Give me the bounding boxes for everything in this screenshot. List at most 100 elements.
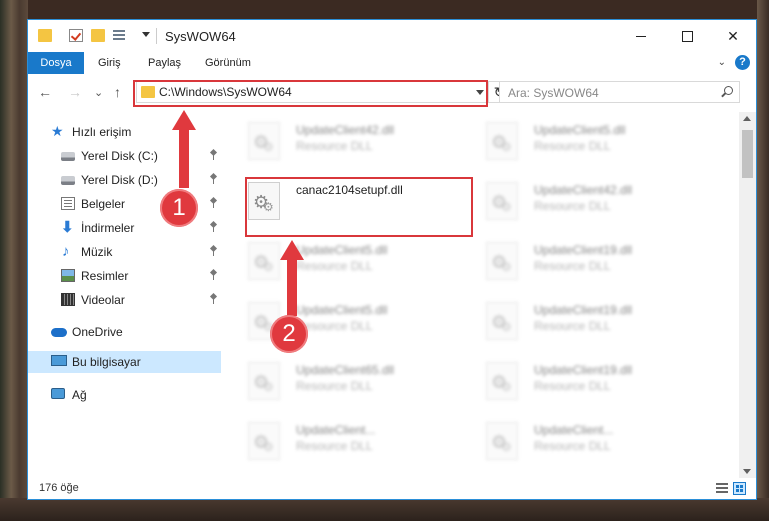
sidebar-item-label: Resimler <box>81 269 129 283</box>
computer-icon <box>51 355 67 366</box>
dll-file-icon <box>486 122 518 160</box>
tab-giris[interactable]: Giriş <box>98 52 121 74</box>
pin-icon <box>209 150 217 160</box>
list-item[interactable]: UpdateClient5.dll Resource DLL <box>486 120 716 166</box>
download-icon: ⬇ <box>61 219 74 236</box>
file-highlight-box <box>245 177 473 237</box>
video-icon <box>61 293 75 306</box>
title-separator <box>156 28 157 44</box>
disk-icon <box>61 176 75 185</box>
desktop-background-right <box>757 0 769 521</box>
tab-gorunum[interactable]: Görünüm <box>205 52 251 74</box>
file-type: Resource DLL <box>534 259 611 273</box>
file-name: UpdateClient... <box>296 423 376 437</box>
sidebar-item-label: Hızlı erişim <box>72 125 132 139</box>
file-name: UpdateClient42.dll <box>534 183 633 197</box>
pin-icon <box>209 222 217 232</box>
details-view-icon[interactable] <box>716 483 728 494</box>
pin-icon <box>209 174 217 184</box>
sidebar-item-pictures[interactable]: Resimler <box>28 265 221 287</box>
star-icon: ★ <box>51 123 64 139</box>
list-item[interactable]: UpdateClient65.dll Resource DLL <box>248 360 478 406</box>
pin-icon <box>209 198 217 208</box>
back-button[interactable]: ← <box>38 84 52 100</box>
tab-dosya[interactable]: Dosya <box>28 52 84 74</box>
file-type: Resource DLL <box>534 319 611 333</box>
customize-view-icon[interactable] <box>113 29 131 42</box>
ribbon-tabs: Dosya Giriş Paylaş Görünüm ⌄ ? <box>28 52 756 74</box>
sidebar-item-music[interactable]: ♪ Müzik <box>28 241 221 263</box>
cloud-icon <box>51 328 67 337</box>
disk-icon <box>61 152 75 161</box>
list-item[interactable]: UpdateClient... Resource DLL <box>486 420 716 466</box>
up-button[interactable]: ↑ <box>114 84 121 100</box>
dll-file-icon <box>248 422 280 460</box>
sidebar-item-local-disk-d[interactable]: Yerel Disk (D:) <box>28 169 221 191</box>
file-name: UpdateClient19.dll <box>534 363 633 377</box>
scroll-down-icon[interactable] <box>743 469 751 474</box>
sidebar-item-videos[interactable]: Videolar <box>28 289 221 311</box>
file-name: UpdateClient19.dll <box>534 243 633 257</box>
file-name: UpdateClient5.dll <box>296 303 388 317</box>
sidebar-item-label: Müzik <box>81 245 113 259</box>
file-type: Resource DLL <box>534 199 611 213</box>
sidebar-item-this-pc[interactable]: Bu bilgisayar <box>28 351 221 373</box>
list-item[interactable]: UpdateClient... Resource DLL <box>248 420 478 466</box>
properties-check-icon[interactable] <box>69 29 83 42</box>
vertical-scrollbar[interactable] <box>739 112 756 478</box>
dll-file-icon <box>486 182 518 220</box>
large-icons-view-icon[interactable] <box>733 482 746 495</box>
sidebar-item-label: Yerel Disk (C:) <box>81 149 158 163</box>
dll-file-icon <box>486 422 518 460</box>
search-box[interactable]: Ara: SysWOW64 <box>499 81 740 103</box>
list-item[interactable]: UpdateClient19.dll Resource DLL <box>486 240 716 286</box>
file-name: UpdateClient42.dll <box>296 123 395 137</box>
step-badge-1: 1 <box>160 189 198 227</box>
arrow-shaft <box>179 128 189 188</box>
list-item[interactable]: UpdateClient19.dll Resource DLL <box>486 300 716 346</box>
recent-locations-button[interactable]: ⌄ <box>94 85 103 101</box>
expand-ribbon-icon[interactable]: ⌄ <box>718 57 726 68</box>
new-folder-icon[interactable] <box>91 29 105 42</box>
forward-button[interactable]: → <box>68 84 82 100</box>
sidebar-item-network[interactable]: Ağ <box>28 384 221 406</box>
tab-paylas[interactable]: Paylaş <box>148 52 181 74</box>
list-item[interactable]: UpdateClient42.dll Resource DLL <box>486 180 716 226</box>
step-badge-2: 2 <box>270 315 308 353</box>
file-list: UpdateClient42.dll Resource DLL canac210… <box>221 112 739 478</box>
list-item[interactable]: UpdateClient19.dll Resource DLL <box>486 360 716 406</box>
navigation-pane: ★ Hızlı erişim Yerel Disk (C:) Yerel Dis… <box>28 112 221 478</box>
pin-icon <box>209 270 217 280</box>
title-bar: SysWOW64 ✕ <box>28 20 756 52</box>
pictures-icon <box>61 269 75 282</box>
arrow-up-icon <box>280 240 304 260</box>
search-placeholder: Ara: SysWOW64 <box>508 86 599 100</box>
sidebar-item-onedrive[interactable]: OneDrive <box>28 321 221 343</box>
file-type: Resource DLL <box>296 379 373 393</box>
sidebar-item-label: Yerel Disk (D:) <box>81 173 158 187</box>
file-type: Resource DLL <box>534 379 611 393</box>
file-name: UpdateClient5.dll <box>296 243 388 257</box>
close-button[interactable]: ✕ <box>710 20 756 52</box>
pin-icon <box>209 294 217 304</box>
sidebar-item-local-disk-c[interactable]: Yerel Disk (C:) <box>28 145 221 167</box>
folder-icon <box>38 29 52 42</box>
minimize-button[interactable] <box>618 20 664 52</box>
file-type: Resource DLL <box>296 259 373 273</box>
dll-file-icon <box>486 302 518 340</box>
dll-file-icon <box>248 242 280 280</box>
list-item[interactable]: UpdateClient42.dll Resource DLL <box>248 120 478 166</box>
file-type: Resource DLL <box>296 139 373 153</box>
file-name: UpdateClient65.dll <box>296 363 395 377</box>
file-type: Resource DLL <box>296 439 373 453</box>
maximize-button[interactable] <box>664 20 710 52</box>
sidebar-item-label: Ağ <box>72 388 87 402</box>
scrollbar-thumb[interactable] <box>742 130 753 178</box>
sidebar-item-label: Belgeler <box>81 197 126 211</box>
sidebar-item-label: Bu bilgisayar <box>72 355 141 369</box>
scroll-up-icon[interactable] <box>743 116 751 121</box>
search-icon[interactable] <box>724 86 733 95</box>
help-icon[interactable]: ? <box>735 55 750 70</box>
quick-access-toolbar-dropdown-icon[interactable] <box>142 32 150 37</box>
desktop-background-left <box>0 0 28 521</box>
